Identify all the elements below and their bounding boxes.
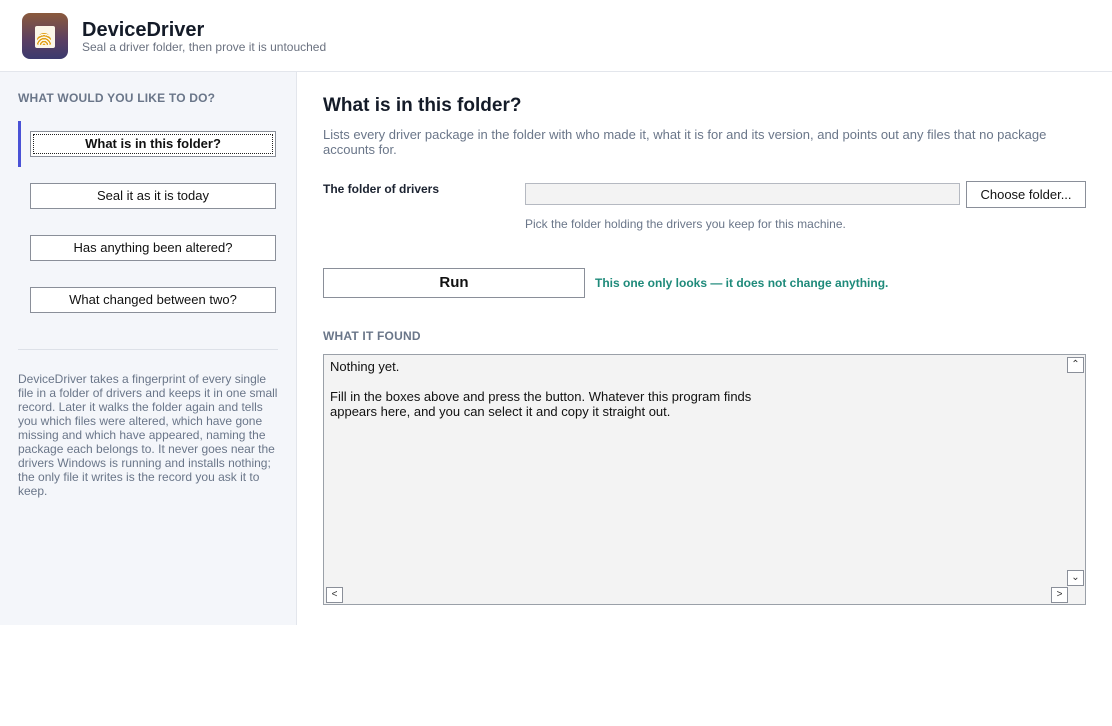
nav-what-is-in-folder[interactable]: What is in this folder? [30,131,276,157]
scroll-down-icon[interactable]: ⌄ [1067,570,1084,586]
scroll-up-icon[interactable]: ⌃ [1067,357,1084,373]
app-header: DeviceDriver Seal a driver folder, then … [0,0,1112,72]
results-output[interactable]: Nothing yet. Fill in the boxes above and… [323,354,1086,605]
results-heading: WHAT IT FOUND [323,329,421,343]
folder-label: The folder of drivers [323,182,440,196]
scroll-left-icon[interactable]: < [326,587,343,603]
folder-hint: Pick the folder holding the drivers you … [525,217,846,231]
folder-fingerprint-icon [22,13,68,59]
sidebar: WHAT WOULD YOU LIKE TO DO? What is in th… [0,72,297,625]
scroll-right-icon[interactable]: > [1051,587,1068,603]
active-indicator [18,121,21,167]
sidebar-heading: WHAT WOULD YOU LIKE TO DO? [18,91,216,105]
run-button[interactable]: Run [323,268,585,298]
nav-has-anything-altered[interactable]: Has anything been altered? [30,235,276,261]
page-title: What is in this folder? [323,95,522,116]
results-text[interactable]: Nothing yet. Fill in the boxes above and… [330,359,1060,419]
choose-folder-button[interactable]: Choose folder... [966,181,1086,208]
page-description: Lists every driver package in the folder… [323,127,1047,157]
run-note: This one only looks — it does not change… [595,276,889,290]
app-subtitle: Seal a driver folder, then prove it is u… [82,40,327,54]
nav-seal-it[interactable]: Seal it as it is today [30,183,276,209]
sidebar-about-text: DeviceDriver takes a fingerprint of ever… [18,372,278,498]
app-title: DeviceDriver [82,19,205,41]
sidebar-divider [18,349,278,350]
nav-what-changed-between-two[interactable]: What changed between two? [30,287,276,313]
folder-input[interactable] [525,183,960,205]
